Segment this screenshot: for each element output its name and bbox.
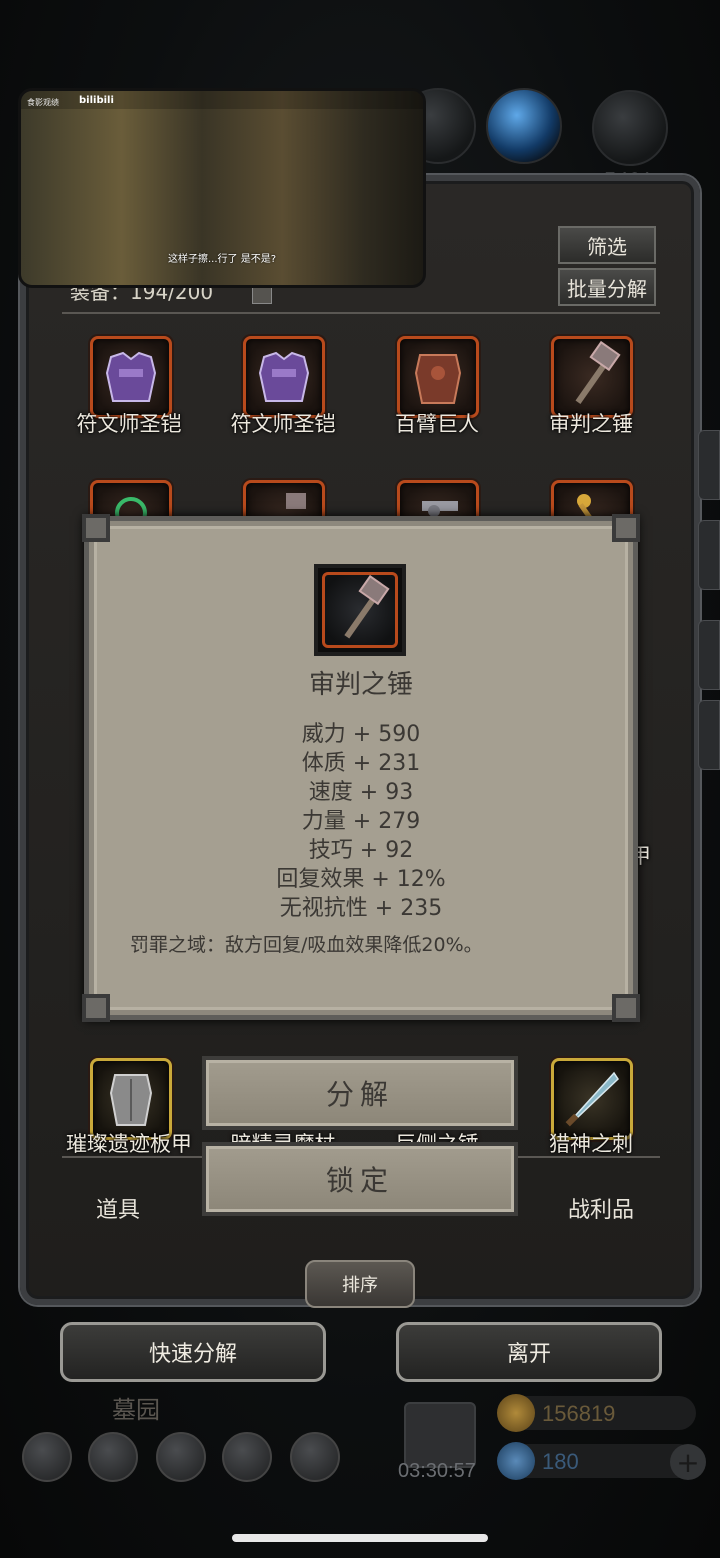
item-name-label: 猎神之刺 [549, 1132, 633, 1156]
tab-items[interactable]: 道具 [96, 1192, 140, 1224]
settings-icon[interactable] [22, 1432, 72, 1482]
add-currency-button[interactable]: + [670, 1444, 706, 1480]
popup-corner-bl [82, 994, 110, 1022]
skill-orb-3[interactable] [592, 90, 668, 166]
inventory-slot[interactable] [397, 336, 479, 418]
stat-line: 体质 + 231 [301, 751, 421, 776]
map-icon[interactable] [290, 1432, 340, 1482]
hammer-icon [575, 340, 621, 404]
purple-armor-icon [258, 351, 310, 402]
popup-corner-tl [82, 514, 110, 542]
sort-button[interactable]: 排序 [305, 1260, 415, 1308]
gold-coin-icon [497, 1394, 535, 1432]
side-tab-2[interactable] [698, 520, 720, 590]
filter-button[interactable]: 筛选 [558, 226, 656, 264]
gift-chest-icon[interactable] [404, 1402, 476, 1468]
bulk-decompose-button[interactable]: 批量分解 [558, 268, 656, 306]
popup-description: 罚罪之域：敌方回复/吸血效果降低20%。 [130, 934, 483, 956]
stat-line: 回复效果 + 12% [276, 867, 446, 892]
popup-corner-br [612, 994, 640, 1022]
video-overlay[interactable]: 食影观绩 bilibili 这样子擦...行了 是不是? [18, 88, 426, 288]
gem-icon [497, 1442, 535, 1480]
stat-line: 技巧 + 92 [308, 838, 414, 863]
character-icon[interactable] [156, 1432, 206, 1482]
crystal-orb[interactable] [486, 88, 562, 164]
bilibili-logo: bilibili [79, 95, 114, 106]
lock-button[interactable]: 锁定 [202, 1142, 518, 1216]
stat-line: 力量 + 279 [301, 809, 421, 834]
popup-item-name: 审判之锤 [308, 670, 413, 700]
achievement-icon[interactable] [88, 1432, 138, 1482]
popup-corner-tr [612, 514, 640, 542]
red-armor-icon [414, 354, 462, 404]
item-name-label: 审判之锤 [549, 412, 633, 436]
item-name-label: 符文师圣铠 [230, 412, 336, 436]
gold-amount: 156819 [542, 1401, 616, 1426]
item-name-label: 百臂巨人 [395, 412, 479, 436]
purple-armor-icon [105, 351, 157, 402]
inventory-slot[interactable] [90, 336, 172, 418]
gem-amount: 180 [542, 1449, 579, 1474]
stat-line: 威力 + 590 [301, 722, 421, 747]
chest-timer: 03:30:57 [398, 1460, 476, 1482]
side-tab-3[interactable] [698, 620, 720, 690]
silver-armor-icon [109, 1074, 153, 1126]
location-label: 墓园 [112, 1396, 160, 1424]
video-subtitle: 这样子擦...行了 是不是? [167, 254, 277, 265]
side-tab-1[interactable] [698, 430, 720, 500]
mail-icon[interactable] [222, 1432, 272, 1482]
item-name-label: 符文师圣铠 [76, 412, 182, 436]
decompose-button[interactable]: 分解 [202, 1056, 518, 1130]
divider-top [62, 312, 660, 314]
tab-loot[interactable]: 战利品 [568, 1192, 634, 1224]
home-indicator[interactable] [232, 1534, 488, 1542]
inventory-slot[interactable] [243, 336, 325, 418]
leave-button[interactable]: 离开 [396, 1322, 662, 1382]
game-screen: 5421 筛选 批量分解 装备：194/200 符文师圣铠 符文师圣铠 百臂巨人 [0, 0, 720, 1558]
stat-line: 速度 + 93 [308, 780, 414, 805]
quick-decompose-button[interactable]: 快速分解 [60, 1322, 326, 1382]
hammer-icon [344, 574, 390, 639]
video-source-label: 食影观绩 [27, 98, 59, 107]
inventory-slot[interactable] [551, 336, 633, 418]
item-name-label: 璀璨遗迹板甲 [66, 1132, 192, 1156]
dagger-icon [565, 1071, 619, 1127]
side-tab-4[interactable] [698, 700, 720, 770]
stat-line: 无视抗性 + 235 [279, 896, 443, 921]
popup-item-frame [314, 564, 406, 656]
